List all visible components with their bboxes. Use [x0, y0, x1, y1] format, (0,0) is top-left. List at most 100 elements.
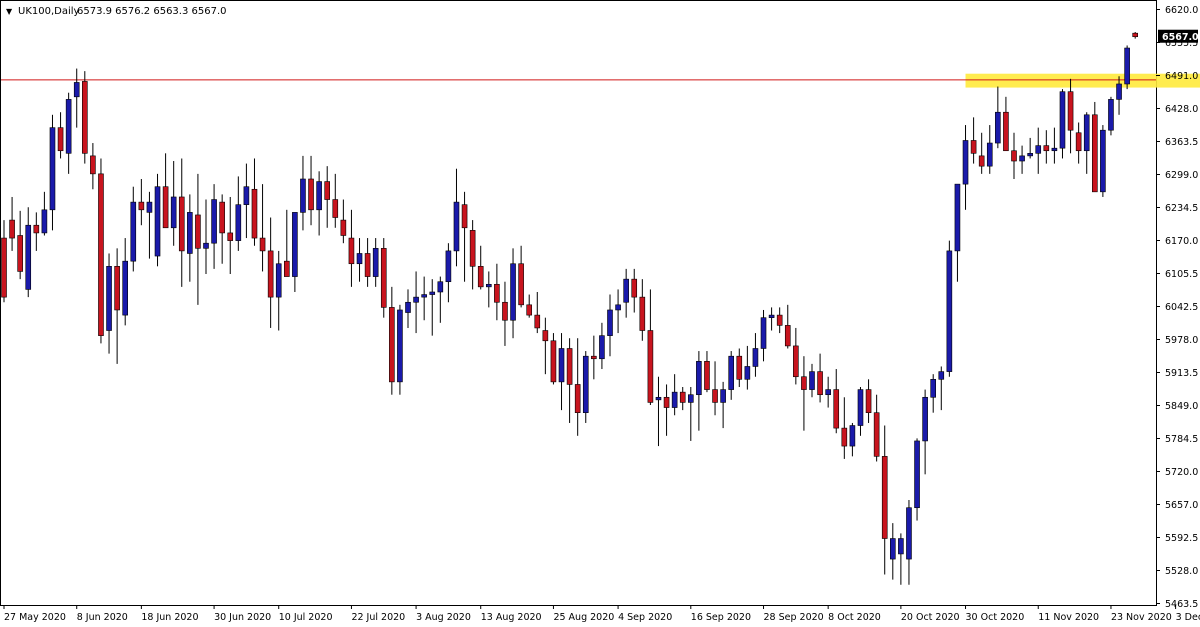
price-tick-label: 5528.0 [1165, 566, 1198, 577]
candle-body [130, 201, 137, 262]
price-axis: 6620.06555.56491.06428.06363.56299.06234… [1156, 5, 1198, 610]
time-axis: 27 May 2020 8 Jun 2020 18 Jun 2020 30 Jun 2… [3, 605, 1200, 623]
candle-body [922, 396, 928, 442]
candle [978, 132, 985, 174]
candle [429, 279, 436, 336]
plot-area-frame [0, 0, 1157, 606]
candle [1043, 130, 1050, 164]
last-price-value: 6567.0 [1162, 32, 1199, 43]
candles-layer [1, 31, 1138, 585]
candle-body [542, 330, 549, 342]
candle [33, 212, 40, 251]
candle-body [1116, 83, 1122, 100]
candle-body [655, 396, 662, 401]
candlestick-chart[interactable]: 6620.06555.56491.06428.06363.56299.06234… [0, 0, 1200, 627]
candle [1108, 96, 1114, 136]
candle-body [429, 291, 436, 295]
candle [1059, 89, 1066, 159]
candle [372, 238, 379, 287]
candle [389, 286, 395, 395]
candle [671, 374, 678, 416]
candle-body [308, 178, 314, 211]
candle-body [760, 317, 767, 349]
candle-body [162, 186, 169, 229]
candle-body [954, 183, 961, 252]
candle-body [784, 325, 791, 347]
time-tick-label: 13 Aug 2020 [481, 612, 542, 623]
time-tick-label: 3 Dec 2020 [1176, 612, 1200, 623]
time-tick-label: 3 Aug 2020 [416, 612, 471, 623]
candle-body [970, 140, 977, 154]
candle [679, 387, 686, 411]
candle [283, 209, 290, 277]
candle [195, 173, 201, 305]
price-tick-label: 6491.0 [1165, 71, 1198, 82]
symbol-timeframe-label: UK100,Daily [18, 6, 80, 17]
candle-body [574, 384, 581, 413]
candle-body [138, 201, 145, 211]
candle [687, 387, 694, 441]
candle-body [1124, 47, 1130, 85]
candle-body [1003, 111, 1009, 152]
candle [849, 422, 856, 457]
candle [445, 243, 452, 303]
candle-body [736, 355, 743, 380]
candle [9, 196, 15, 251]
candle-body [995, 111, 1001, 144]
symbol-dropdown-icon[interactable]: ▼ [6, 7, 13, 16]
candle [502, 281, 508, 346]
candle [49, 114, 56, 231]
candle [211, 184, 217, 269]
candle-body [275, 263, 282, 298]
price-tick-label: 6363.5 [1165, 137, 1198, 148]
candle-body [316, 181, 322, 211]
candle [251, 158, 258, 246]
candle-body [380, 248, 387, 308]
candle-body [881, 456, 888, 539]
candle [663, 384, 670, 436]
candle [170, 161, 177, 246]
candle [906, 500, 912, 585]
candle-body [793, 345, 799, 378]
candle-body [558, 348, 565, 383]
candle [57, 112, 64, 159]
candle-body [267, 250, 274, 298]
candle-body [227, 232, 234, 241]
candle-body [405, 301, 411, 313]
candle [768, 307, 775, 331]
candle [809, 363, 815, 398]
candle-body [873, 412, 880, 457]
candle-body [938, 371, 945, 380]
candle [873, 394, 880, 462]
candle [292, 212, 298, 292]
candle-body [679, 391, 686, 403]
candle [1011, 132, 1017, 179]
candle [235, 176, 242, 251]
candle [106, 253, 112, 354]
candle [526, 294, 533, 318]
candle [558, 333, 565, 411]
candle [752, 333, 759, 377]
candle [995, 86, 1001, 149]
candle-body [687, 394, 694, 403]
candle-body [106, 266, 112, 331]
candle-body [292, 212, 298, 277]
candle-body [413, 296, 419, 303]
candle-body [33, 224, 40, 234]
candle [914, 438, 920, 521]
price-tick-label: 6620.0 [1165, 5, 1198, 16]
candle [793, 327, 799, 385]
candle-body [623, 278, 629, 303]
candle [607, 294, 613, 357]
time-tick-label: 10 Jul 2020 [279, 612, 333, 623]
candle-body [704, 361, 710, 390]
candle-body [445, 250, 452, 283]
candle-body [833, 389, 840, 429]
price-tick-label: 5913.5 [1165, 368, 1198, 379]
candle-body [841, 427, 848, 447]
candle [1027, 137, 1033, 159]
candle-body [9, 219, 15, 239]
candle-body [825, 389, 831, 396]
candle [114, 248, 120, 364]
candle [655, 376, 662, 447]
